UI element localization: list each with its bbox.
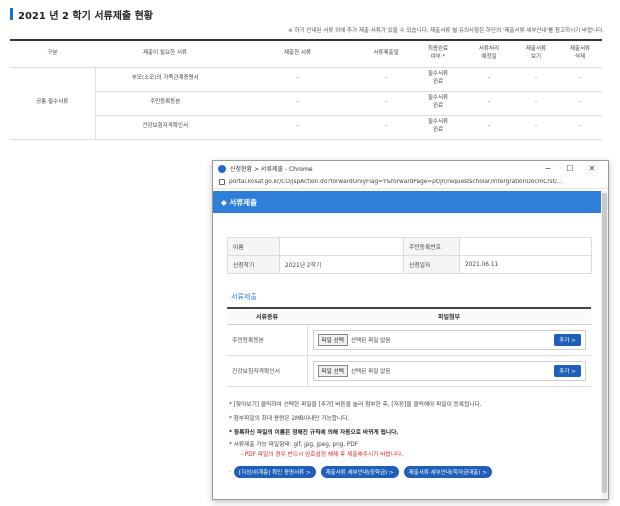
submitted-doc: - — [235, 91, 360, 116]
doc-type-name: 건강보험자격확인서 — [227, 355, 307, 387]
add-file-button[interactable]: 추가 > — [554, 333, 581, 346]
site-favicon-icon — [218, 164, 226, 173]
name-label: 이름 — [227, 237, 280, 256]
window-title: 신청현황 > 서류제출 - Chrome — [230, 166, 313, 173]
col-required-doc: 제출이 필요한 서류 — [95, 39, 235, 68]
submit-date: - — [360, 115, 412, 140]
table-row: 이름 주민등록번호 — [227, 237, 592, 256]
name-value — [279, 237, 404, 256]
no-file-text: 선택된 파일 없음 — [350, 368, 391, 375]
window-titlebar[interactable]: 신청현황 > 서류제출 - Chrome − ☐ ✕ — [213, 161, 608, 176]
table-header-row: 서류종류 파일첨부 — [227, 307, 591, 325]
section-title: 2021 년 2 학기 서류제출 현황 — [10, 7, 153, 22]
required-doc: 부모(소모)의 가족관계증명서 — [95, 67, 235, 92]
col-submitted-doc: 제출한 서류 — [235, 39, 360, 68]
final-status: 필수서류 완료 — [412, 67, 464, 92]
term-value: 2021년 2학기 — [279, 255, 404, 274]
file-type-note: * 서류제출 가능 파일형태: gif, jpg, jpeg, png, PDF — [229, 442, 358, 448]
address-bar[interactable]: portal.kosaf.go.kr/CO/jspAction.do?forwa… — [213, 176, 608, 189]
col-process-date: 서류처리 예정일 — [464, 39, 514, 68]
document-status-table: 구분 제출이 필요한 서류 제출한 서류 서류제출일 최종완료 여부 * 서류처… — [10, 39, 602, 140]
submitted-doc: - — [235, 67, 360, 92]
submit-date: - — [360, 67, 412, 92]
required-doc: 건강보험자격확인서 — [95, 115, 235, 140]
lock-icon — [219, 179, 225, 185]
process-date: - — [464, 67, 514, 92]
delete-cell: - — [558, 67, 602, 92]
applicant-info-table: 이름 주민등록번호 신청학기 2021년 2학기 신청일자 2021.06.11 — [227, 237, 592, 274]
table-row: 주민등록등본 - - 필수서류 완료 - - - — [10, 91, 602, 116]
bullet-dot: · — [229, 468, 231, 476]
link-certificate-button[interactable]: [지성/위계층] 확인 증명서류 > — [233, 466, 316, 478]
note-item: * 등록하신 파일의 이름은 정해진 규칙에 의해 자동으로 바뀌게 됩니다. — [229, 430, 399, 436]
upload-notes: * [찾아보기] 클릭하여 선택한 파일을 [추가] 버튼을 눌러 첨부한 후,… — [229, 398, 597, 460]
link-scholarship-guide-button[interactable]: 제출서류 세부안내(장학금) > — [320, 466, 399, 478]
popup-header: ◆ 서류제출 — [213, 191, 603, 213]
file-cell: 파일 선택 선택된 파일 없음 추가 > — [306, 324, 591, 356]
file-upload-table: 서류종류 파일첨부 주민등록등본 파일 선택 선택된 파일 없음 추가 > 건강… — [227, 307, 591, 387]
date-value: 2021.06.11 — [459, 255, 592, 274]
submit-date: - — [360, 91, 412, 116]
popup-window: 신청현황 > 서류제출 - Chrome − ☐ ✕ portal.kosaf.… — [212, 160, 609, 500]
date-label: 신청일자 — [403, 255, 460, 274]
required-doc: 주민등록등본 — [95, 91, 235, 116]
table-row: 신청학기 2021년 2학기 신청일자 2021.06.11 — [227, 255, 592, 274]
note-item: * [찾아보기] 클릭하여 선택한 파일을 [추가] 버튼을 눌러 첨부한 후,… — [229, 402, 482, 408]
final-status: 필수서류 완료 — [412, 115, 464, 140]
submitted-doc: - — [235, 115, 360, 140]
pdf-warning-note: - PDF 파일의 경우 반드시 암호설정 해제 후 제출해주시기 바랍니다. — [241, 452, 404, 458]
rrn-label: 주민등록번호 — [403, 237, 460, 256]
title-accent-bar — [10, 8, 13, 20]
close-icon[interactable]: ✕ — [581, 164, 603, 173]
table-row: 공통 필수서류 부모(소모)의 가족관계증명서 - - 필수서류 완료 - - … — [10, 67, 602, 140]
delete-cell: - — [558, 91, 602, 116]
doc-type-name: 주민등록등본 — [227, 324, 307, 356]
file-input-box: 파일 선택 선택된 파일 없음 추가 > — [312, 360, 586, 381]
view-cell: - — [514, 115, 558, 140]
notice-text: ※ 하기 안내된 서류 외에 추가 제출 서류가 있을 수 있습니다. 제출서류… — [288, 28, 604, 34]
choose-file-button[interactable]: 파일 선택 — [317, 364, 348, 377]
delete-cell: - — [558, 115, 602, 140]
col-submit-date: 서류제출일 — [360, 39, 412, 68]
file-input-box: 파일 선택 선택된 파일 없음 추가 > — [312, 329, 586, 350]
maximize-icon[interactable]: ☐ — [559, 164, 581, 173]
final-status: 필수서류 완료 — [412, 91, 464, 116]
view-cell: - — [514, 67, 558, 92]
rrn-value — [459, 237, 592, 256]
view-cell: - — [514, 91, 558, 116]
process-date: - — [464, 91, 514, 116]
col-category: 구분 — [10, 39, 95, 68]
minimize-icon[interactable]: − — [537, 164, 559, 173]
scrollbar-thumb[interactable] — [602, 193, 607, 493]
col-doc-type: 서류종류 — [227, 307, 307, 325]
url-text: portal.kosaf.go.kr/CO/jspAction.do?forwa… — [229, 179, 563, 185]
upload-section-title: 서류제출 — [231, 293, 257, 301]
choose-file-button[interactable]: 파일 선택 — [317, 333, 348, 346]
process-date: - — [464, 115, 514, 140]
table-row: 건강보험자격확인서 - - 필수서류 완료 - - - — [10, 115, 602, 140]
table-row: 주민등록등본 파일 선택 선택된 파일 없음 추가 > — [227, 324, 591, 356]
vertical-scrollbar[interactable] — [601, 191, 608, 499]
note-item: * 첨부파일의 최대 용량은 2MB이내만 가능합니다. — [229, 416, 350, 422]
add-file-button[interactable]: 추가 > — [554, 364, 581, 377]
file-cell: 파일 선택 선택된 파일 없음 추가 > — [306, 355, 591, 387]
page-title: 2021 년 2 학기 서류제출 현황 — [18, 10, 153, 22]
table-row: 건강보험자격확인서 파일 선택 선택된 파일 없음 추가 > — [227, 355, 591, 387]
link-loan-guide-button[interactable]: 제출서류 세부안내(학자금대출) > — [403, 466, 492, 478]
popup-header-title: ◆ 서류제출 — [221, 197, 257, 207]
table-header-row: 구분 제출이 필요한 서류 제출한 서류 서류제출일 최종완료 여부 * 서류처… — [10, 39, 602, 68]
col-attachment: 파일첨부 — [307, 307, 591, 325]
col-delete: 제출서류 삭제 — [558, 39, 602, 68]
term-label: 신청학기 — [227, 255, 280, 274]
col-view: 제출서류 보기 — [514, 39, 558, 68]
no-file-text: 선택된 파일 없음 — [350, 337, 391, 344]
col-final-status: 최종완료 여부 * — [412, 39, 464, 68]
group-label: 공통 필수서류 — [10, 67, 96, 140]
guide-links: · [지성/위계층] 확인 증명서류 > 제출서류 세부안내(장학금) > 제출… — [229, 466, 497, 478]
